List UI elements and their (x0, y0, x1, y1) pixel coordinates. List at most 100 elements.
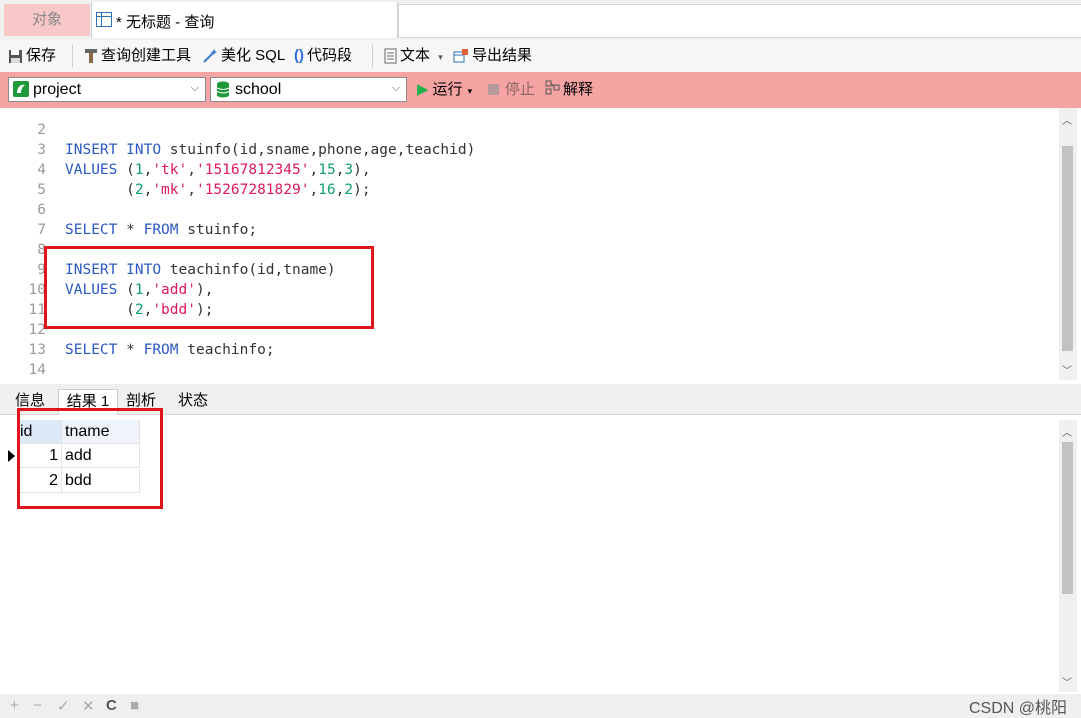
explain-button[interactable]: 解释 (545, 80, 593, 100)
tab-status[interactable]: 状态 (168, 389, 218, 414)
code-token: 1 (134, 162, 144, 178)
beautify-sql-button[interactable]: 美化 SQL (202, 46, 285, 66)
column-header-id[interactable]: id (18, 420, 62, 444)
table-cell-id[interactable]: 1 (18, 444, 62, 468)
code-line[interactable]: 11 (2,'bdd'); (0, 300, 1058, 320)
save-button[interactable]: 保存 (8, 46, 56, 66)
code-token: , (143, 302, 153, 318)
scroll-down-icon[interactable]: ﹀ (1062, 362, 1072, 377)
query-builder-button[interactable]: 查询创建工具 (84, 46, 191, 66)
table-cell-tname[interactable]: add (62, 444, 140, 468)
delete-record-icon[interactable]: − (33, 697, 42, 714)
database-icon (216, 81, 230, 98)
caret-down-icon: ▾ (438, 52, 443, 62)
stop-query-icon[interactable]: ■ (130, 697, 139, 714)
code-line[interactable]: 4 VALUES (1,'tk','15167812345',15,3), (0, 160, 1058, 180)
code-token: 16 (318, 182, 336, 198)
code-line[interactable]: 13 SELECT * FROM teachinfo; (0, 340, 1058, 360)
stop-button[interactable]: 停止 (488, 80, 535, 100)
database-select[interactable]: school ⌵ (210, 77, 407, 102)
code-line[interactable]: 3 INSERT INTO stuinfo(id,sname,phone,age,… (0, 140, 1058, 160)
code-token: INSERT (65, 262, 118, 278)
result-grid[interactable]: id tname 1 add 2 bdd (0, 415, 1058, 690)
refresh-icon[interactable]: C (106, 697, 117, 714)
tab-profile[interactable]: 剖析 (118, 389, 164, 414)
status-bar: + − ✓ ✕ C ■ CSDN @桃阳 (0, 694, 1081, 718)
table-cell-tname[interactable]: bdd (62, 469, 140, 493)
grid-scrollbar[interactable]: ︿ ﹀ (1059, 420, 1077, 692)
toolbar-divider (372, 45, 373, 67)
scroll-up-icon[interactable]: ︿ (1062, 112, 1072, 127)
add-record-icon[interactable]: + (10, 697, 19, 714)
run-button[interactable]: ▶ 运行 ▾ (417, 80, 472, 101)
toolbar-divider (72, 45, 73, 67)
connection-value: project (33, 81, 82, 98)
code-token: ), (195, 282, 214, 298)
line-number: 6 (37, 202, 46, 218)
tab-strip-empty-area (398, 4, 1081, 38)
line-number: 12 (28, 322, 46, 338)
code-token: '15167812345' (195, 162, 310, 178)
text-button[interactable]: 文本 ▾ (384, 46, 443, 66)
explain-label: 解释 (563, 81, 594, 98)
code-token: 15 (318, 162, 336, 178)
editor-scrollbar[interactable]: ︿ ﹀ (1059, 108, 1077, 380)
export-results-label: 导出结果 (472, 47, 533, 64)
connection-select[interactable]: project ⌵ (8, 77, 206, 102)
apply-changes-icon[interactable]: ✓ (57, 697, 70, 715)
code-text: VALUES (1,'tk','15167812345',15,3), (65, 160, 371, 180)
code-line[interactable]: 6 (0, 200, 1058, 220)
code-token: , (187, 182, 196, 198)
code-text: (2,'mk','15267281829',16,2); (65, 180, 371, 200)
discard-changes-icon[interactable]: ✕ (82, 697, 95, 715)
export-results-button[interactable]: 导出结果 (453, 46, 532, 66)
tab-objects[interactable]: 对象 (4, 4, 90, 36)
current-row-marker-icon (8, 450, 15, 462)
caret-down-icon: ▾ (467, 86, 473, 96)
code-token: VALUES (65, 282, 118, 298)
editor-scroll-thumb[interactable] (1062, 146, 1073, 351)
document-icon (384, 48, 397, 64)
table-cell-id[interactable]: 2 (18, 469, 62, 493)
code-token: 1 (134, 282, 144, 298)
scroll-up-icon[interactable]: ︿ (1062, 424, 1072, 439)
database-value: school (235, 81, 282, 98)
stop-icon (488, 84, 499, 95)
tab-query[interactable]: * 无标题 - 查询 (91, 2, 398, 38)
connection-icon (13, 81, 29, 97)
code-token: INTO (126, 142, 162, 158)
code-line[interactable]: 7 SELECT * FROM stuinfo; (0, 220, 1058, 240)
line-number: 7 (37, 222, 46, 238)
column-header-tname[interactable]: tname (62, 420, 140, 444)
tab-result-1[interactable]: 结果 1 (58, 389, 118, 415)
code-token: FROM (143, 342, 179, 358)
code-token: stuinfo; (178, 222, 258, 238)
code-text: (2,'bdd'); (65, 300, 213, 320)
tab-bar: 对象 * 无标题 - 查询 (0, 0, 1081, 40)
code-token: 3 (344, 162, 354, 178)
code-token: SELECT (65, 342, 118, 358)
code-line[interactable]: 9 INSERT INTO teachinfo(id,tname) (0, 260, 1058, 280)
grid-scroll-thumb[interactable] (1062, 442, 1073, 594)
line-number: 11 (28, 302, 46, 318)
code-snippet-button[interactable]: () 代码段 (294, 46, 352, 66)
code-line[interactable]: 12 (0, 320, 1058, 340)
scroll-down-icon[interactable]: ﹀ (1062, 674, 1072, 689)
code-line[interactable]: 2 (0, 120, 1058, 140)
code-line[interactable]: 14 (0, 360, 1058, 380)
sql-editor[interactable]: 2 3 INSERT INTO stuinfo(id,sname,phone,age… (0, 108, 1058, 380)
code-token: VALUES (65, 162, 118, 178)
code-line[interactable]: 10 VALUES (1,'add'), (0, 280, 1058, 300)
line-number: 3 (37, 142, 46, 158)
code-token: 'bdd' (152, 302, 196, 318)
line-number: 13 (28, 342, 46, 358)
chevron-down-icon: ⌵ (391, 82, 400, 94)
text-label: 文本 (400, 47, 431, 64)
code-token: ( (117, 282, 135, 298)
code-line[interactable]: 8 (0, 240, 1058, 260)
query-builder-label: 查询创建工具 (101, 47, 192, 64)
code-line[interactable]: 5 (2,'mk','15267281829',16,2); (0, 180, 1058, 200)
tab-info[interactable]: 信息 (6, 389, 54, 414)
query-toolbar: 保存 查询创建工具 美化 SQL () 代码段 文本 ▾ 导出结果 (0, 40, 1081, 72)
